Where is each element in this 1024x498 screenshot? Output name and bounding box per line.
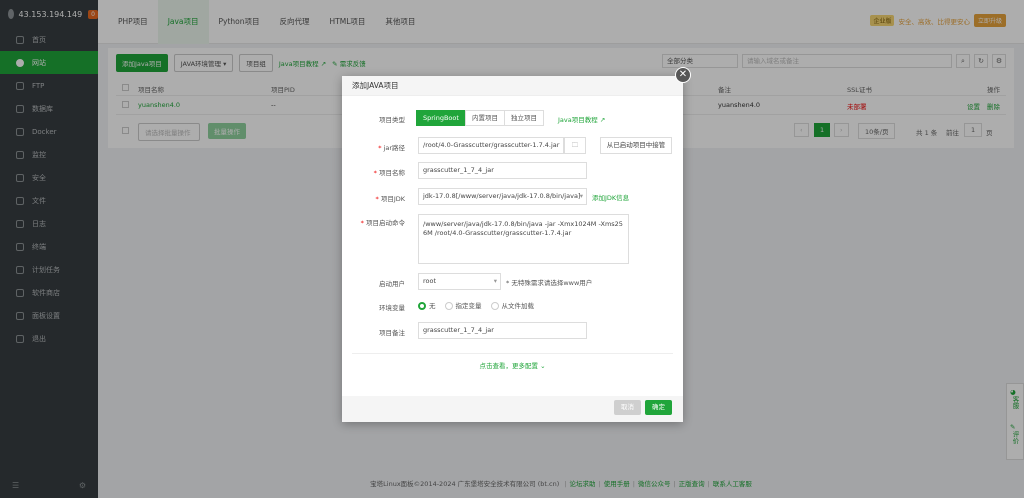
type-tutorial-link[interactable]: Java项目教程 ↗ xyxy=(558,114,605,124)
jar-path-label: * jar路径 xyxy=(378,144,405,152)
chevron-down-icon: ⌄ xyxy=(540,362,546,370)
env-file-radio[interactable]: 从文件加载 xyxy=(490,300,534,310)
start-user-select[interactable]: root ▾ xyxy=(418,273,501,290)
start-user-value: root xyxy=(423,277,437,285)
dialog-title: 添加JAVA项目 xyxy=(342,76,683,96)
type-builtin[interactable]: 内置项目 xyxy=(464,110,505,126)
close-icon[interactable]: ✕ xyxy=(675,67,691,83)
env-var-radios: 无 指定变量 从文件加载 xyxy=(418,300,534,310)
add-java-project-dialog: 添加JAVA项目 项目类型 SpringBoot 内置项目 独立项目 Java项… xyxy=(342,76,683,422)
project-type-segmented: SpringBoot 内置项目 独立项目 xyxy=(416,110,544,126)
type-tutorial-label: Java项目教程 xyxy=(558,116,598,124)
external-link-icon: ↗ xyxy=(599,116,606,124)
jar-path-input[interactable]: /root/4.0-Grasscutter/grasscutter-1.7.4.… xyxy=(418,137,564,154)
env-specify-radio[interactable]: 指定变量 xyxy=(444,300,482,310)
more-config-toggle[interactable]: 点击查看，更多配置 ⌄ xyxy=(352,353,673,370)
start-user-hint: * 无特殊需求请选择www用户 xyxy=(506,279,593,287)
remark-input[interactable]: grasscutter_1_7_4_jar xyxy=(418,322,587,339)
project-type-label: 项目类型 xyxy=(379,116,405,124)
jdk-value: jdk-17.0.8[/www/server/java/jdk-17.0.8/b… xyxy=(423,192,581,200)
remark-label: 项目备注 xyxy=(379,329,405,337)
confirm-button[interactable]: 确定 xyxy=(645,400,672,415)
start-command-label: * 项目启动命令 xyxy=(360,219,405,227)
dialog-footer: 取消 确定 xyxy=(342,396,683,422)
type-standalone[interactable]: 独立项目 xyxy=(503,110,544,126)
chevron-down-icon: ▾ xyxy=(579,192,583,200)
take-over-button[interactable]: 从已启动项目中接管 xyxy=(600,137,672,154)
env-var-label: 环境变量 xyxy=(379,304,405,312)
jdk-select[interactable]: jdk-17.0.8[/www/server/java/jdk-17.0.8/b… xyxy=(418,188,587,205)
type-springboot[interactable]: SpringBoot xyxy=(416,110,466,126)
project-name-label: * 项目名称 xyxy=(373,169,405,177)
chevron-down-icon: ▾ xyxy=(493,277,497,285)
jdk-label: * 项目JDK xyxy=(375,195,405,203)
cancel-button[interactable]: 取消 xyxy=(614,400,641,415)
more-config-label: 点击查看，更多配置 xyxy=(479,362,538,370)
project-name-input[interactable]: grasscutter_1_7_4_jar xyxy=(418,162,587,179)
add-jdk-link[interactable]: 添加JDK信息 xyxy=(592,192,629,202)
start-command-textarea[interactable]: /www/server/java/jdk-17.0.8/bin/java -ja… xyxy=(418,214,629,264)
env-none-radio[interactable]: 无 xyxy=(418,300,436,310)
folder-icon[interactable]: 🗀 xyxy=(564,137,586,154)
start-user-label: 启动用户 xyxy=(379,280,405,288)
